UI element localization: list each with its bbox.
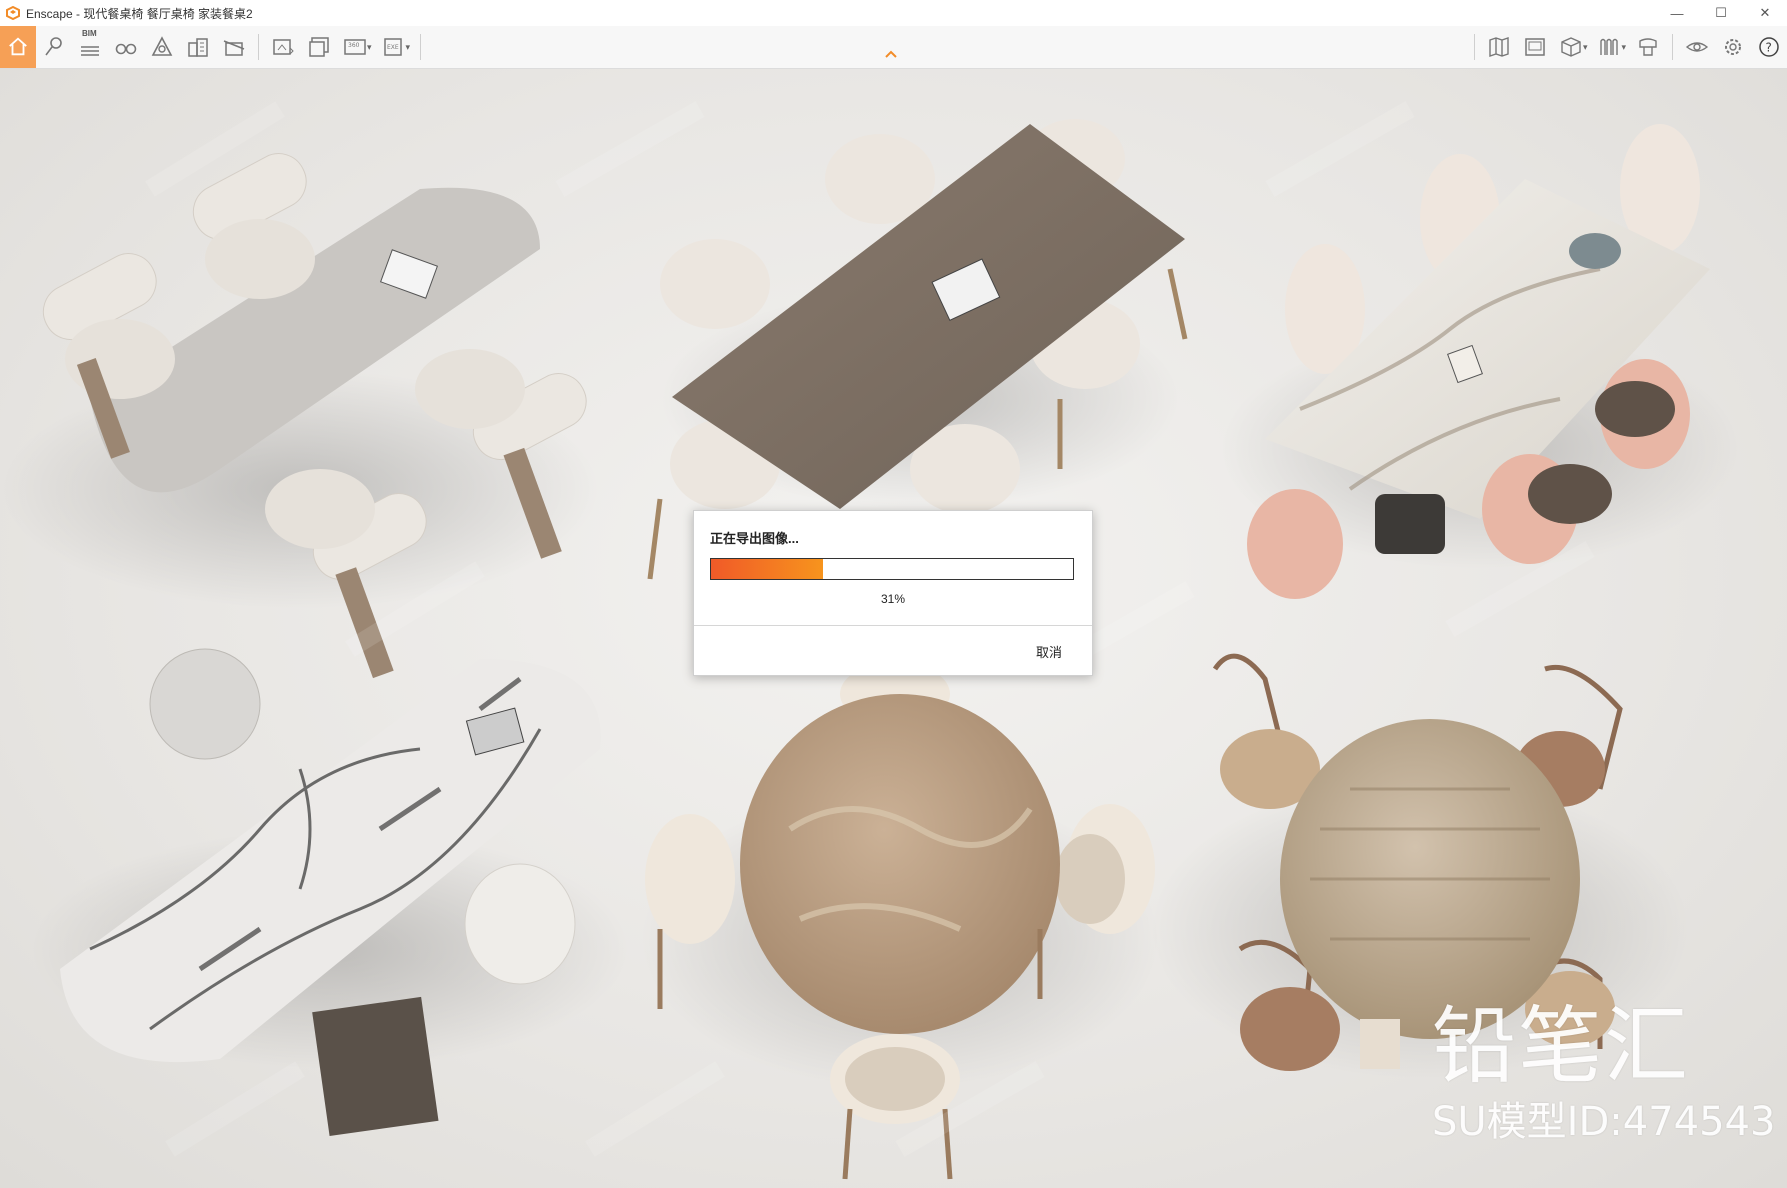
binoculars-button[interactable]	[108, 26, 144, 68]
view-management-button[interactable]	[1517, 26, 1553, 68]
view-management-icon	[1525, 38, 1545, 56]
visual-settings-button[interactable]	[1679, 26, 1715, 68]
toolbar-separator	[1473, 34, 1475, 60]
bim-button[interactable]: BIM	[72, 26, 108, 68]
table-set-3	[1220, 124, 1740, 599]
svg-text:360: 360	[348, 42, 360, 49]
collapse-toolbar-arrow-icon[interactable]	[884, 48, 898, 60]
perspective-icon	[151, 36, 173, 56]
settings-icon	[1725, 39, 1741, 55]
table-set-1	[0, 153, 600, 679]
asset-library-icon	[1600, 38, 1619, 55]
home-icon	[9, 37, 27, 56]
visual-settings-icon	[1685, 42, 1709, 52]
asset-library-button[interactable]	[1591, 26, 1627, 68]
close-button[interactable]: ✕	[1743, 0, 1787, 26]
batch-render-button[interactable]	[301, 26, 337, 68]
bim-label: BIM	[82, 29, 97, 38]
binoculars-icon	[115, 43, 137, 55]
title-bar: Enscape - 现代餐桌椅 餐厅桌椅 家装餐桌2 — ☐ ✕	[0, 0, 1787, 26]
section-button[interactable]	[216, 26, 252, 68]
minimize-button[interactable]: —	[1655, 0, 1699, 26]
collaborative-annotations-icon	[1639, 38, 1657, 56]
settings-button[interactable]	[1715, 26, 1751, 68]
export-progress-dialog: 正在导出图像... 31% 取消	[693, 510, 1093, 676]
location-pin-icon	[45, 37, 62, 56]
collaborative-annotations-button[interactable]	[1630, 26, 1666, 68]
screenshot-icon	[273, 39, 294, 55]
toolbar-separator	[258, 34, 259, 60]
toolbar-right-group: ▾ ▾ ?	[1468, 26, 1787, 68]
progress-bar-fill	[711, 559, 824, 579]
enscape-logo-icon	[6, 6, 20, 20]
watermark-logo-text: 铅笔汇	[1432, 997, 1691, 1095]
maximize-button[interactable]: ☐	[1699, 0, 1743, 26]
building-button[interactable]	[180, 26, 216, 68]
dialog-title: 正在导出图像...	[710, 531, 799, 546]
help-button[interactable]: ?	[1751, 26, 1787, 68]
export-exe-button[interactable]: EXE	[376, 26, 412, 68]
home-button[interactable]	[0, 26, 36, 68]
building-icon	[188, 38, 208, 57]
window-title: Enscape - 现代餐桌椅 餐厅桌椅 家装餐桌2	[26, 6, 253, 21]
perspective-button[interactable]	[144, 26, 180, 68]
cancel-button[interactable]: 取消	[1036, 642, 1062, 661]
table-set-5	[640, 662, 1160, 1180]
table-set-4	[30, 648, 630, 1137]
svg-text:?: ?	[1766, 41, 1772, 55]
panorama-360-button[interactable]: 360	[337, 26, 373, 68]
map-icon	[1489, 37, 1509, 57]
export-exe-icon: EXE	[383, 38, 402, 56]
dialog-divider	[694, 625, 1092, 626]
panorama-360-icon: 360	[344, 39, 366, 55]
help-icon: ?	[1759, 37, 1779, 57]
location-pin-button[interactable]	[36, 26, 72, 68]
toolbar-separator	[420, 34, 422, 60]
progress-bar	[710, 558, 1074, 580]
cube-icon	[1561, 37, 1581, 57]
section-icon	[223, 40, 245, 56]
bim-icon	[81, 46, 99, 56]
svg-text:EXE: EXE	[387, 44, 399, 51]
cube-button[interactable]	[1553, 26, 1589, 68]
window-controls: — ☐ ✕	[1655, 0, 1787, 26]
batch-render-icon	[309, 37, 329, 57]
screenshot-button[interactable]	[265, 26, 301, 68]
toolbar-separator	[1672, 34, 1673, 60]
progress-percentage: 31%	[880, 592, 906, 606]
watermark-model-id: SU模型ID:474543	[1432, 1099, 1776, 1145]
map-button[interactable]	[1481, 26, 1517, 68]
